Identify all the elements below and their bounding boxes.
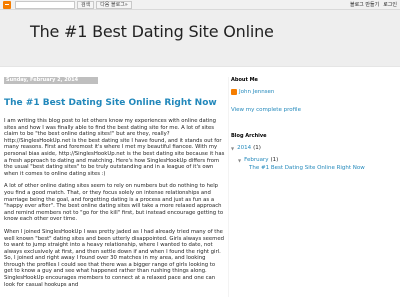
- archive-month[interactable]: ▼ February (1): [238, 157, 391, 163]
- archive-year-count: (1): [253, 145, 261, 151]
- login-link[interactable]: 로그인: [383, 1, 397, 8]
- content-area: Sunday, February 2, 2014 The #1 Best Dat…: [0, 66, 400, 300]
- archive-month-count: (1): [270, 157, 279, 163]
- archive-year[interactable]: ▼ 2014 (1): [231, 145, 391, 151]
- blogger-logo-icon[interactable]: [3, 0, 11, 9]
- sidebar: About Me John Jennsen View my complete p…: [231, 77, 391, 172]
- next-blog-button[interactable]: 다음 블로그»: [96, 0, 132, 9]
- about-me-title: About Me: [231, 77, 258, 83]
- archive-month-label[interactable]: February: [244, 157, 268, 163]
- navbar-links: 블로그 만들기 로그인: [350, 1, 397, 8]
- post-paragraph: I am writing this blog post to let other…: [4, 118, 225, 177]
- blog-header: The #1 Best Dating Site Online: [30, 22, 274, 41]
- post-paragraph: When I joined SinglesHookUp I was pretty…: [4, 228, 224, 288]
- archive-post-link[interactable]: The #1 Best Dating Site Online Right Now: [249, 165, 379, 172]
- profile-icon: [231, 89, 237, 95]
- blog-title[interactable]: The #1 Best Dating Site Online: [30, 22, 274, 41]
- expand-triangle-icon[interactable]: ▼: [238, 158, 241, 163]
- post-paragraph: A lot of other online dating sites seem …: [4, 183, 224, 223]
- post-title[interactable]: The #1 Best Dating Site Online Right Now: [4, 98, 224, 108]
- blog-archive-title: Blog Archive: [231, 133, 267, 139]
- expand-triangle-icon[interactable]: ▼: [231, 146, 234, 151]
- create-blog-link[interactable]: 블로그 만들기: [350, 1, 379, 8]
- post-date: Sunday, February 2, 2014: [4, 77, 98, 84]
- post-body: I am writing this blog post to let other…: [4, 118, 225, 288]
- search-button[interactable]: 검색: [77, 0, 95, 9]
- author-row: John Jennsen: [231, 89, 391, 95]
- main-column: Sunday, February 2, 2014 The #1 Best Dat…: [4, 77, 224, 294]
- archive-year-label[interactable]: 2014: [237, 145, 251, 151]
- blogger-navbar: 검색 다음 블로그» 블로그 만들기 로그인: [0, 0, 400, 10]
- search-input[interactable]: [15, 0, 75, 9]
- view-profile-link[interactable]: View my complete profile: [231, 107, 391, 113]
- author-name-link[interactable]: John Jennsen: [239, 89, 274, 95]
- column-divider: [228, 77, 229, 297]
